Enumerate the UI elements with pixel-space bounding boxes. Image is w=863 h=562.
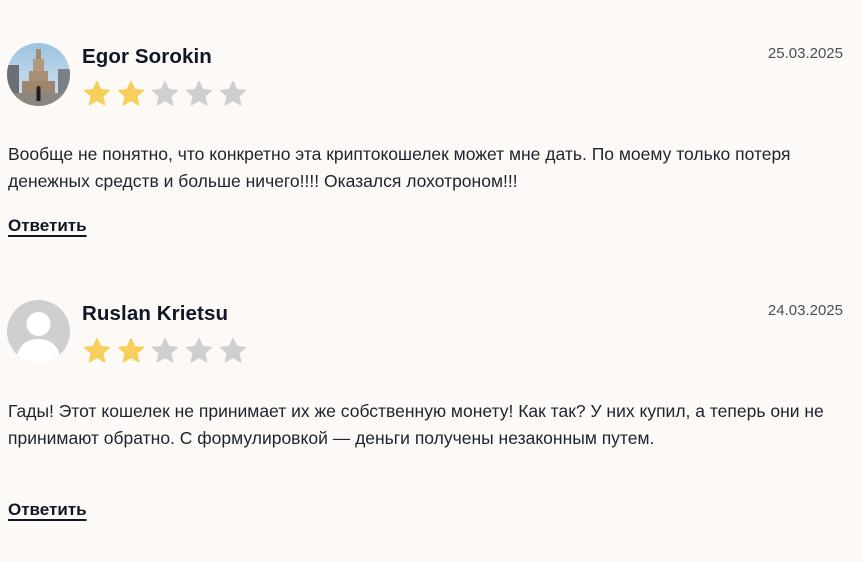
avatar [7, 43, 70, 106]
reply-link[interactable]: Ответить [8, 216, 87, 236]
review-text: Гады! Этот кошелек не принимает их же со… [8, 401, 824, 448]
review-author: Egor Sorokin [82, 45, 212, 68]
star-empty-icon [184, 336, 214, 366]
reviews-list: Egor Sorokin 25.03.2025 Вообще не понятн… [0, 0, 863, 562]
reply-link[interactable]: Ответить [8, 500, 87, 520]
star-filled-icon [116, 79, 146, 109]
avatar [7, 300, 70, 363]
rating-stars [82, 79, 248, 109]
review-date: 24.03.2025 [767, 302, 843, 319]
default-user-avatar-icon [7, 300, 70, 363]
star-empty-icon [218, 79, 248, 109]
photo-avatar-icon [7, 43, 70, 106]
star-filled-icon [82, 336, 112, 366]
star-empty-icon [184, 79, 214, 109]
review-author: Ruslan Krietsu [82, 302, 229, 325]
star-empty-icon [218, 336, 248, 366]
star-filled-icon [116, 336, 146, 366]
star-empty-icon [150, 79, 180, 109]
star-empty-icon [150, 336, 180, 366]
rating-stars [82, 336, 248, 366]
review-text: Вообще не понятно, что конкретно эта кри… [8, 144, 791, 191]
review-date: 25.03.2025 [767, 45, 843, 62]
star-filled-icon [82, 79, 112, 109]
